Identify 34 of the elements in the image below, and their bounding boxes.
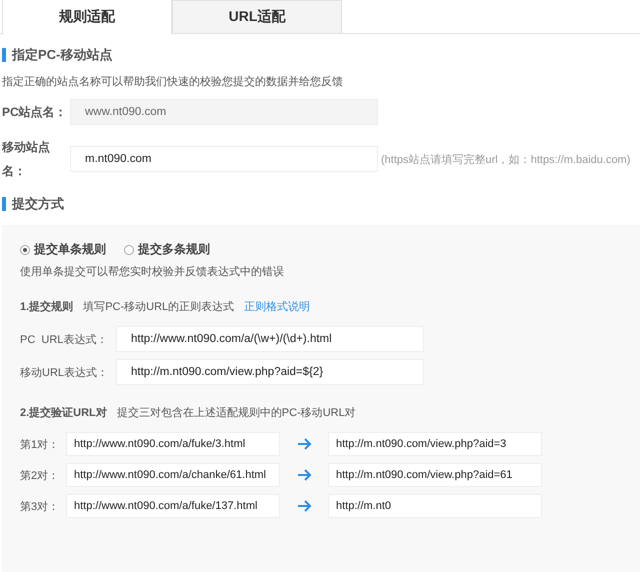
pair-label: 第2对： bbox=[20, 468, 60, 482]
section-description: 指定正确的站点名称可以帮助我们快速的校验您提交的数据并给您反馈 bbox=[2, 74, 344, 89]
step-title: 1.提交规则 bbox=[20, 300, 74, 314]
arrow-icon bbox=[298, 438, 312, 450]
regex-field[interactable]: http://www.nt090.com/a/(\w+)/(\d+).html bbox=[116, 326, 424, 352]
step-title: 2.提交验证URL对 bbox=[20, 406, 107, 420]
regex-field[interactable]: http://m.nt090.com/view.php?aid=${2} bbox=[116, 359, 424, 385]
site-field[interactable]: m.nt090.com bbox=[70, 146, 378, 172]
pc-url-field[interactable]: http://www.nt090.com/a/fuke/3.html bbox=[66, 432, 280, 456]
step-note: 填写PC-移动URL的正则表达式 bbox=[83, 300, 234, 314]
mode-description: 使用单条提交可以帮您实时校验并反馈表达式中的错误 bbox=[20, 264, 285, 279]
section-heading: 提交方式 bbox=[2, 197, 640, 211]
arrow-icon bbox=[298, 469, 312, 481]
mobile-url-field[interactable]: http://m.nt090.com/view.php?aid=3 bbox=[328, 432, 542, 456]
radio-option[interactable]: 提交多条规则 bbox=[124, 241, 210, 258]
pc-url-field[interactable]: http://www.nt090.com/a/fuke/137.html bbox=[66, 494, 280, 518]
arrow-icon bbox=[298, 500, 312, 512]
tab[interactable]: 规则适配 bbox=[2, 0, 172, 34]
step-note: 提交三对包含在上述适配规则中的PC-移动URL对 bbox=[116, 406, 356, 420]
radio-option[interactable]: 提交单条规则 bbox=[20, 241, 106, 258]
tab[interactable]: URL适配 bbox=[172, 0, 342, 33]
pc-url-field[interactable]: http://www.nt090.com/a/chanke/61.html bbox=[66, 463, 280, 487]
mobile-url-field[interactable]: http://m.nt0 bbox=[328, 494, 542, 518]
radio-icon[interactable] bbox=[124, 244, 134, 254]
field-label: PC URL表达式： bbox=[20, 332, 108, 346]
pair-label: 第1对： bbox=[20, 438, 60, 452]
pair-label: 第3对： bbox=[20, 500, 60, 514]
field-label: 移动站点名： bbox=[2, 139, 51, 180]
section-heading: 指定PC-移动站点 bbox=[2, 48, 640, 62]
field-hint: (https站点请填写完整url，如：https://m.baidu.com) bbox=[381, 152, 630, 166]
mobile-url-field[interactable]: http://m.nt090.com/view.php?aid=61 bbox=[328, 463, 542, 487]
radio-icon[interactable] bbox=[20, 244, 30, 254]
field-label: PC站点名： bbox=[2, 104, 68, 121]
field-label: 移动URL表达式： bbox=[20, 366, 110, 380]
